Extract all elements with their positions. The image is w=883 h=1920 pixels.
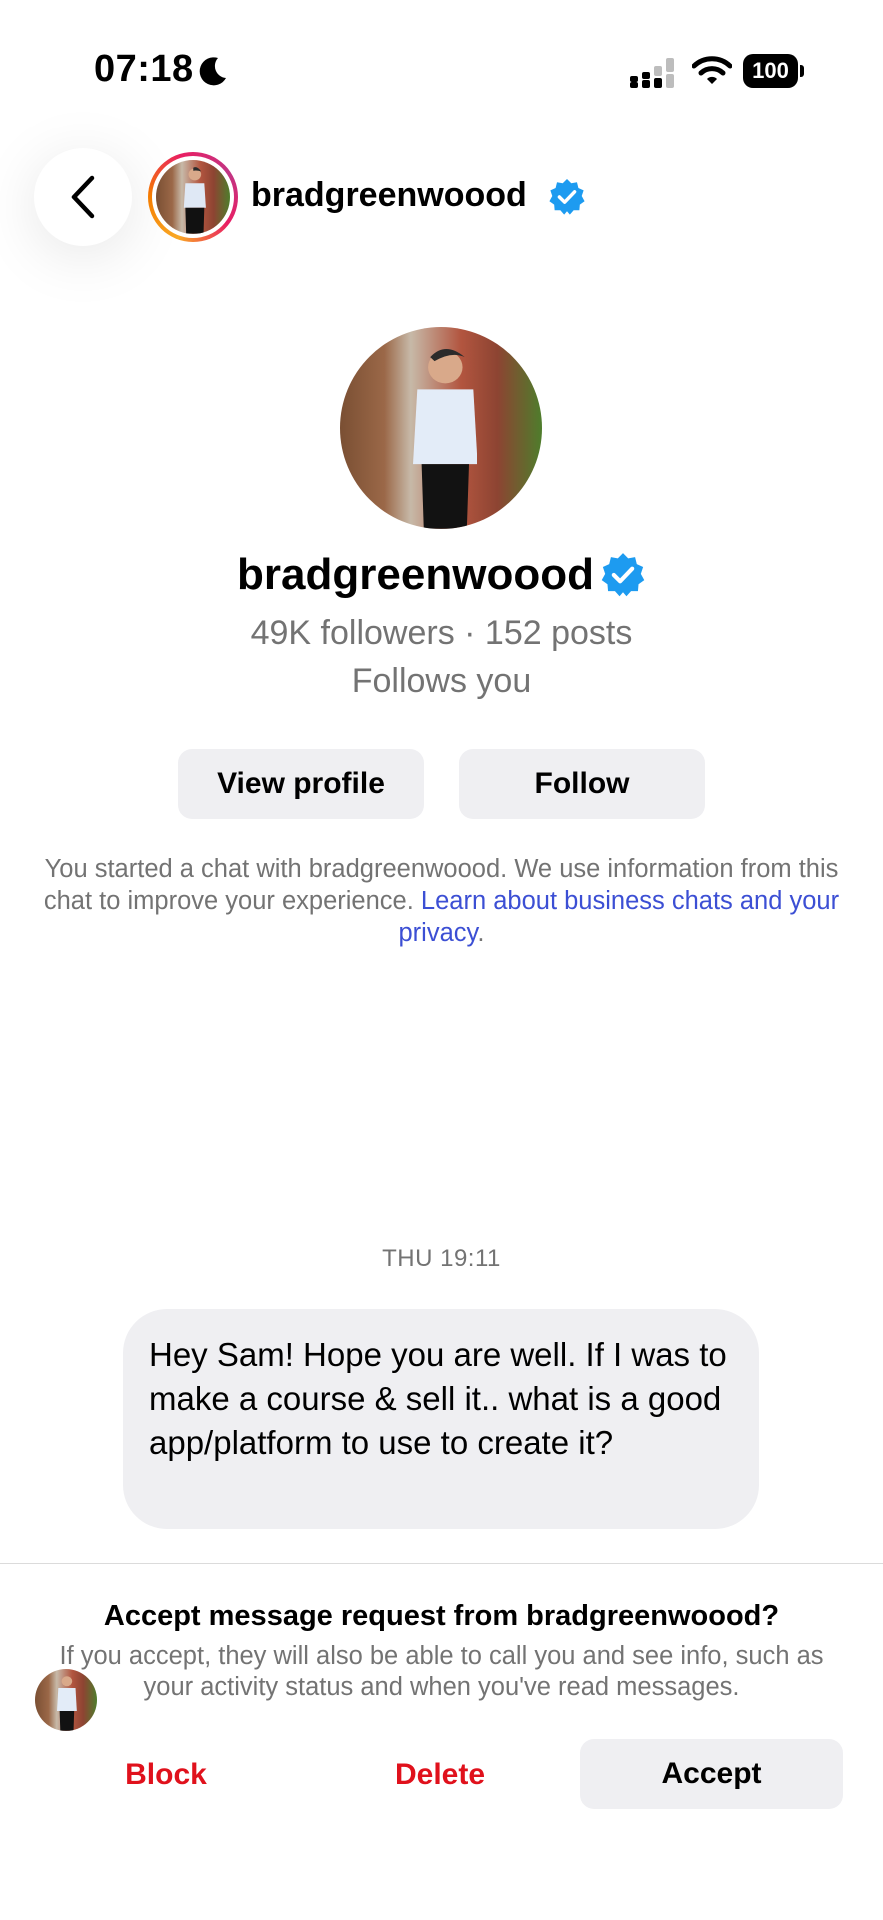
follows-you-label: Follows you bbox=[351, 662, 532, 700]
verified-badge-icon bbox=[601, 553, 645, 597]
header-username[interactable]: bradgreenwoood bbox=[251, 176, 527, 215]
privacy-link[interactable]: Learn about business chats and your priv… bbox=[399, 887, 840, 947]
message-timestamp: THU 19:11 bbox=[382, 1245, 501, 1272]
wifi-icon bbox=[692, 56, 732, 84]
view-profile-button[interactable]: View profile bbox=[178, 749, 424, 819]
follow-button[interactable]: Follow bbox=[459, 749, 705, 819]
request-subtitle: If you accept, they will also be able to… bbox=[59, 1642, 824, 1701]
status-time: 07:18 bbox=[94, 48, 194, 90]
back-button[interactable] bbox=[34, 148, 132, 246]
block-button[interactable]: Block bbox=[96, 1740, 236, 1810]
avatar bbox=[156, 160, 230, 234]
message-bubble[interactable]: Hey Sam! Hope you are well. If I was to … bbox=[123, 1309, 759, 1529]
request-title: Accept message request from bradgreenwoo… bbox=[103, 1600, 780, 1632]
battery-level: 100 bbox=[743, 54, 798, 88]
accept-button[interactable]: Accept bbox=[580, 1739, 843, 1809]
header-avatar[interactable] bbox=[148, 152, 238, 242]
profile-avatar[interactable] bbox=[340, 327, 542, 529]
profile-name: bradgreenwoood bbox=[237, 550, 594, 599]
profile-stats: 49K followers · 152 posts bbox=[250, 614, 633, 652]
verified-badge-icon bbox=[549, 178, 585, 215]
moon-icon bbox=[199, 57, 226, 86]
cellular-signal-icon bbox=[630, 58, 674, 88]
divider bbox=[0, 1563, 883, 1564]
back-chevron-icon bbox=[71, 175, 95, 219]
delete-button[interactable]: Delete bbox=[370, 1740, 510, 1810]
chat-disclaimer: You started a chat with bradgreenwoood. … bbox=[24, 853, 859, 949]
disclaimer-end: . bbox=[477, 919, 485, 947]
battery-icon: 100 bbox=[743, 54, 805, 88]
